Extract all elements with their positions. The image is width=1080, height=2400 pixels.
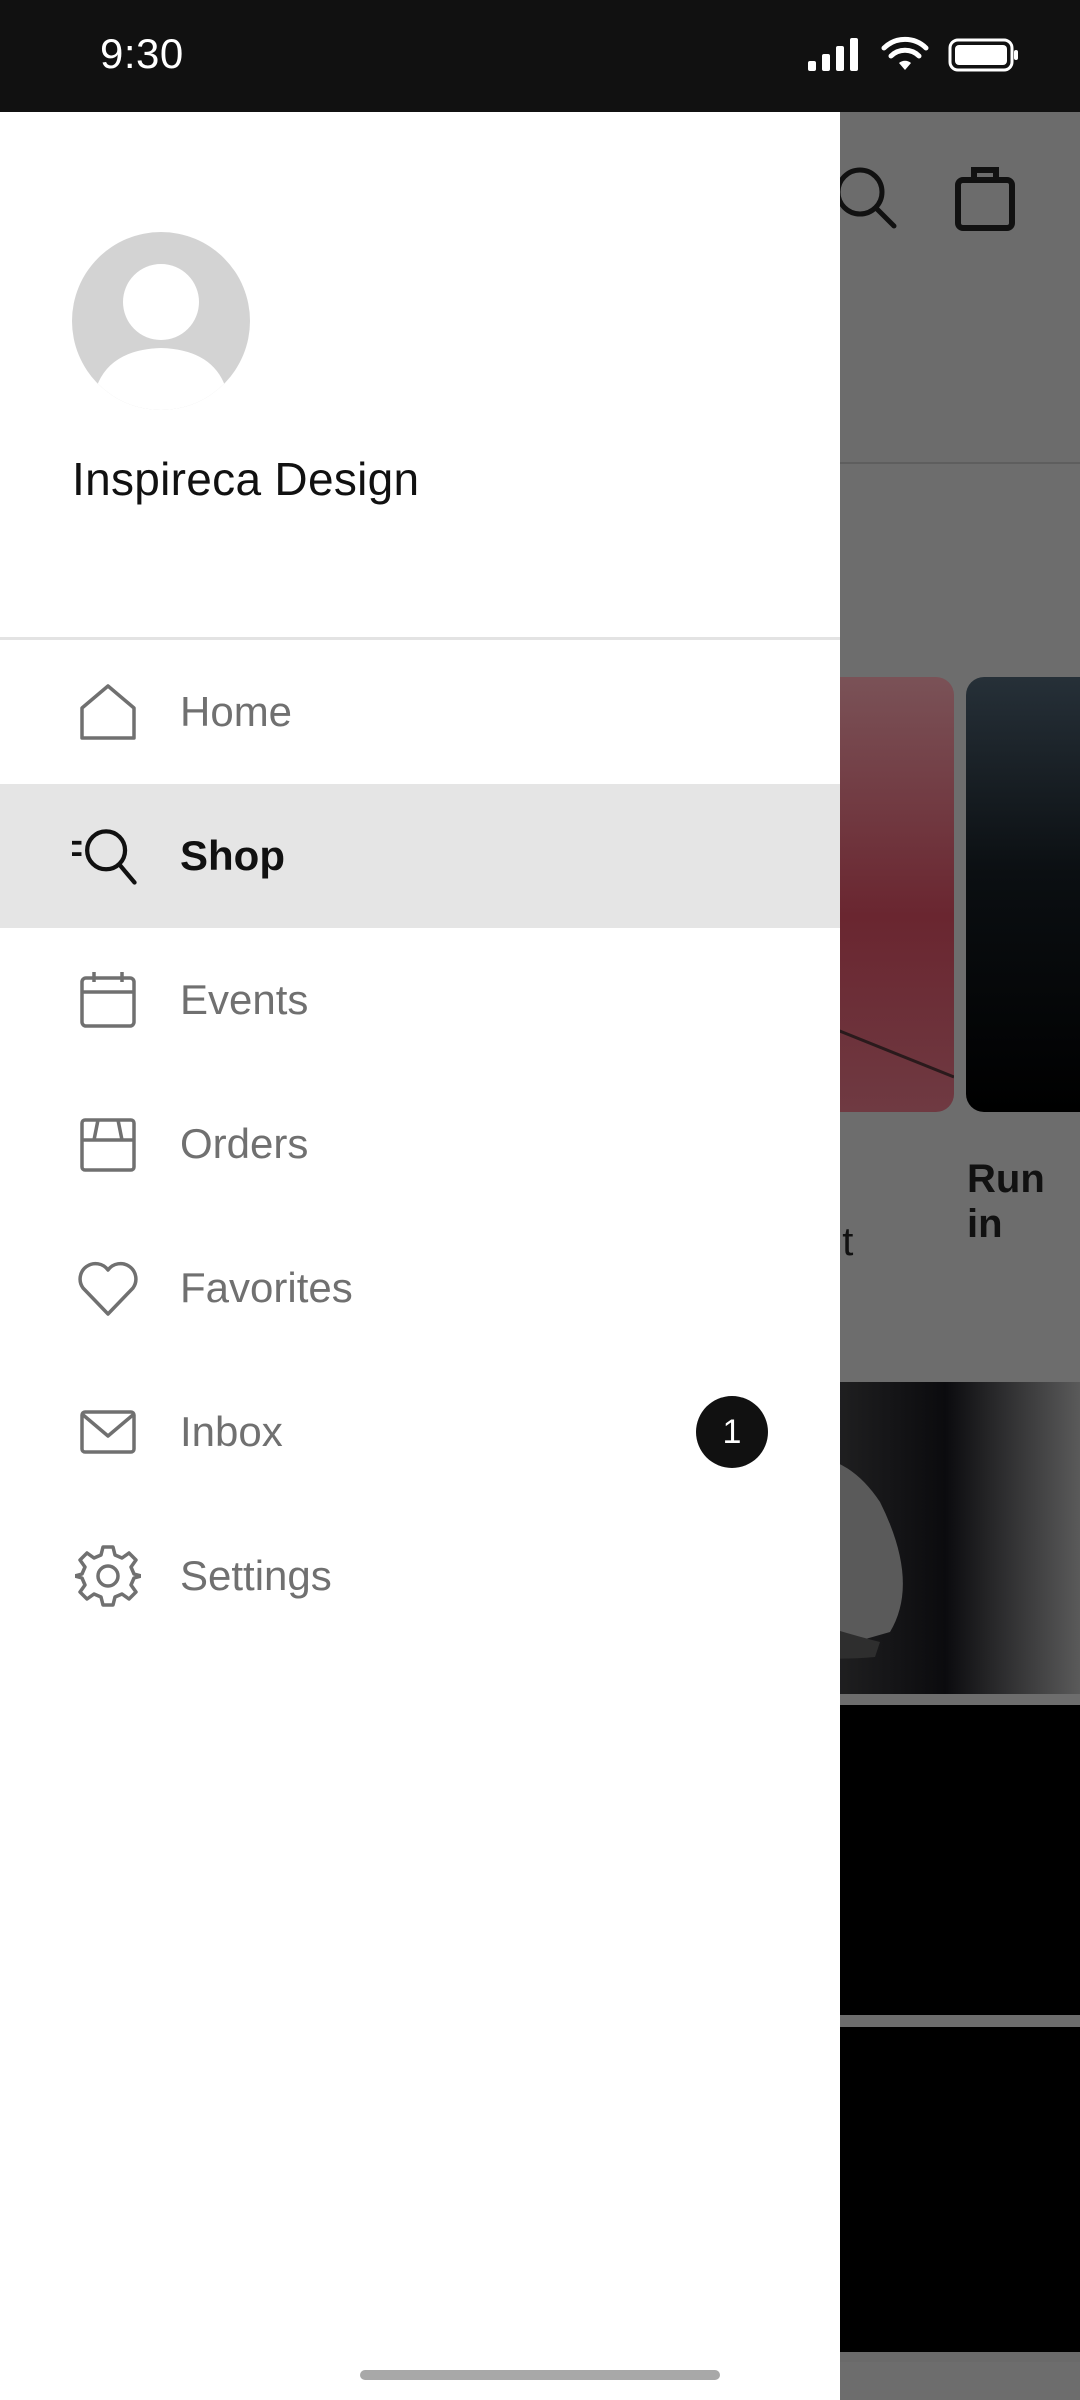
menu-label: Settings bbox=[180, 1552, 332, 1599]
menu-item-inbox[interactable]: Inbox 1 bbox=[0, 1360, 840, 1504]
navigation-drawer: Inspireca Design Home Shop Events Orders… bbox=[0, 112, 840, 2400]
status-bar: 9:30 bbox=[0, 0, 1080, 112]
menu-label: Inbox bbox=[180, 1408, 283, 1455]
menu-item-orders[interactable]: Orders bbox=[0, 1072, 840, 1216]
shopping-bag-icon bbox=[955, 167, 1015, 231]
home-icon bbox=[72, 676, 144, 748]
user-placeholder-icon bbox=[92, 264, 230, 410]
calendar-icon bbox=[72, 964, 144, 1036]
menu-label: Events bbox=[180, 976, 309, 1023]
background-product-card bbox=[966, 677, 1080, 1112]
menu-item-events[interactable]: Events bbox=[0, 928, 840, 1072]
signal-icon bbox=[808, 38, 858, 71]
menu-label: Orders bbox=[180, 1120, 309, 1167]
shop-search-icon bbox=[72, 820, 144, 892]
search-icon bbox=[835, 167, 897, 229]
mail-icon bbox=[72, 1396, 144, 1468]
menu-item-favorites[interactable]: Favorites bbox=[0, 1216, 840, 1360]
background-card-title: Run in bbox=[967, 1157, 1045, 1246]
gear-icon bbox=[72, 1540, 144, 1612]
heart-icon bbox=[72, 1252, 144, 1324]
profile-name: Inspireca Design bbox=[72, 453, 420, 505]
menu-item-shop[interactable]: Shop bbox=[0, 784, 840, 928]
menu-item-home[interactable]: Home bbox=[0, 640, 840, 784]
inbox-badge: 1 bbox=[696, 1396, 768, 1468]
status-icons bbox=[806, 36, 1020, 74]
home-indicator[interactable] bbox=[360, 2370, 720, 2380]
menu-label: Favorites bbox=[180, 1264, 353, 1311]
wifi-icon bbox=[881, 36, 929, 70]
menu-label: Shop bbox=[180, 832, 285, 879]
status-time: 9:30 bbox=[100, 30, 184, 77]
box-icon bbox=[72, 1108, 144, 1180]
drawer-menu: Home Shop Events Orders Favorites Inbox … bbox=[0, 640, 840, 1648]
avatar[interactable] bbox=[72, 232, 250, 410]
menu-item-settings[interactable]: Settings bbox=[0, 1504, 840, 1648]
battery-icon bbox=[948, 38, 1018, 72]
menu-label: Home bbox=[180, 688, 293, 735]
